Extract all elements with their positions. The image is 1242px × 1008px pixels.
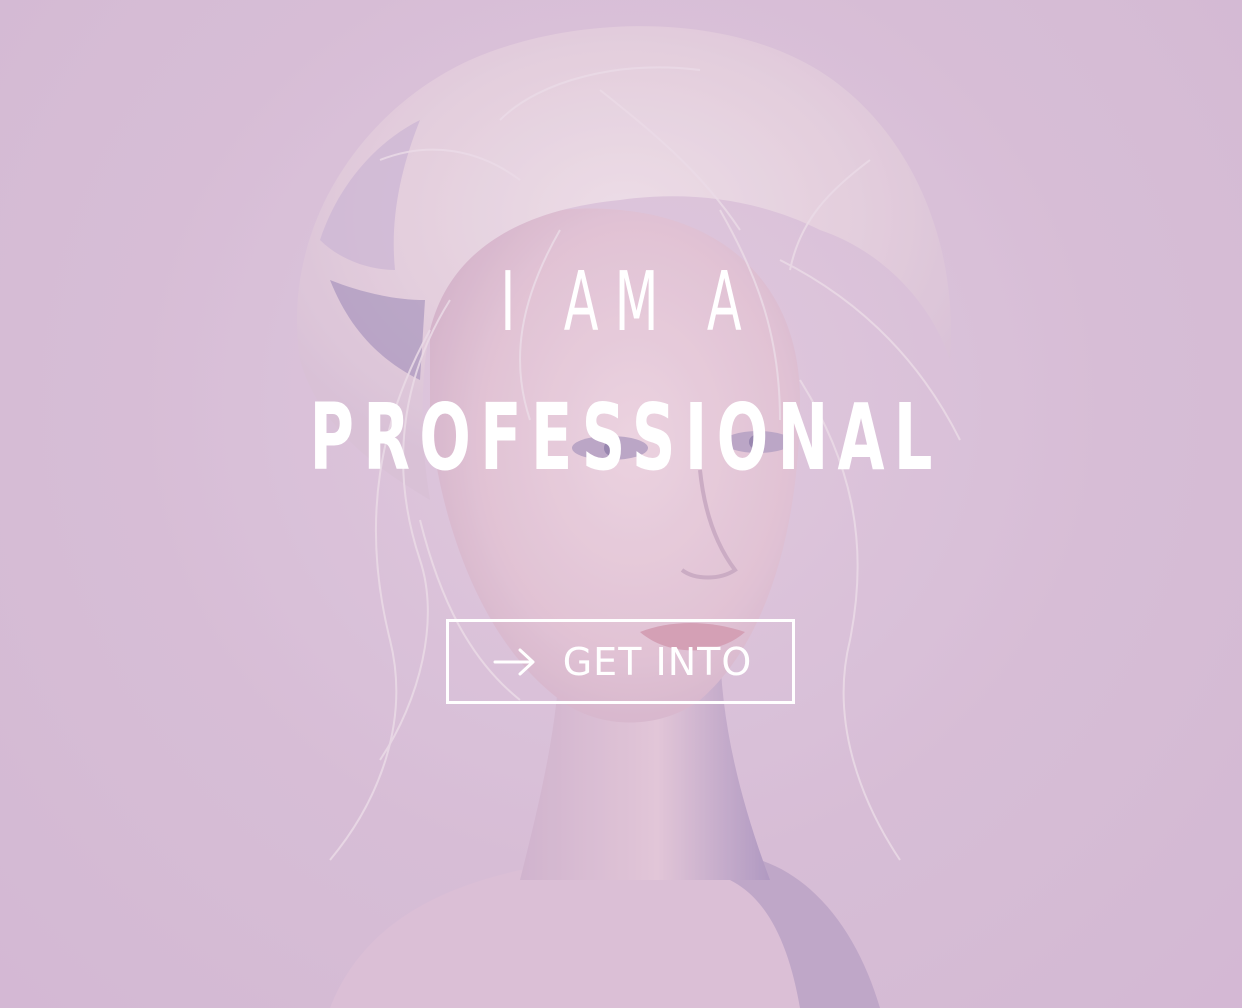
- color-tint-overlay: [0, 0, 1242, 1008]
- hero-banner: I AM A PROFESSIONAL GET INTO: [0, 0, 1242, 1008]
- headline-line-1: I AM A: [500, 255, 758, 350]
- get-into-button[interactable]: GET INTO: [446, 619, 795, 704]
- get-into-button-label: GET INTO: [562, 639, 753, 684]
- arrow-right-icon: [493, 648, 535, 675]
- headline-line-2: PROFESSIONAL: [309, 384, 942, 491]
